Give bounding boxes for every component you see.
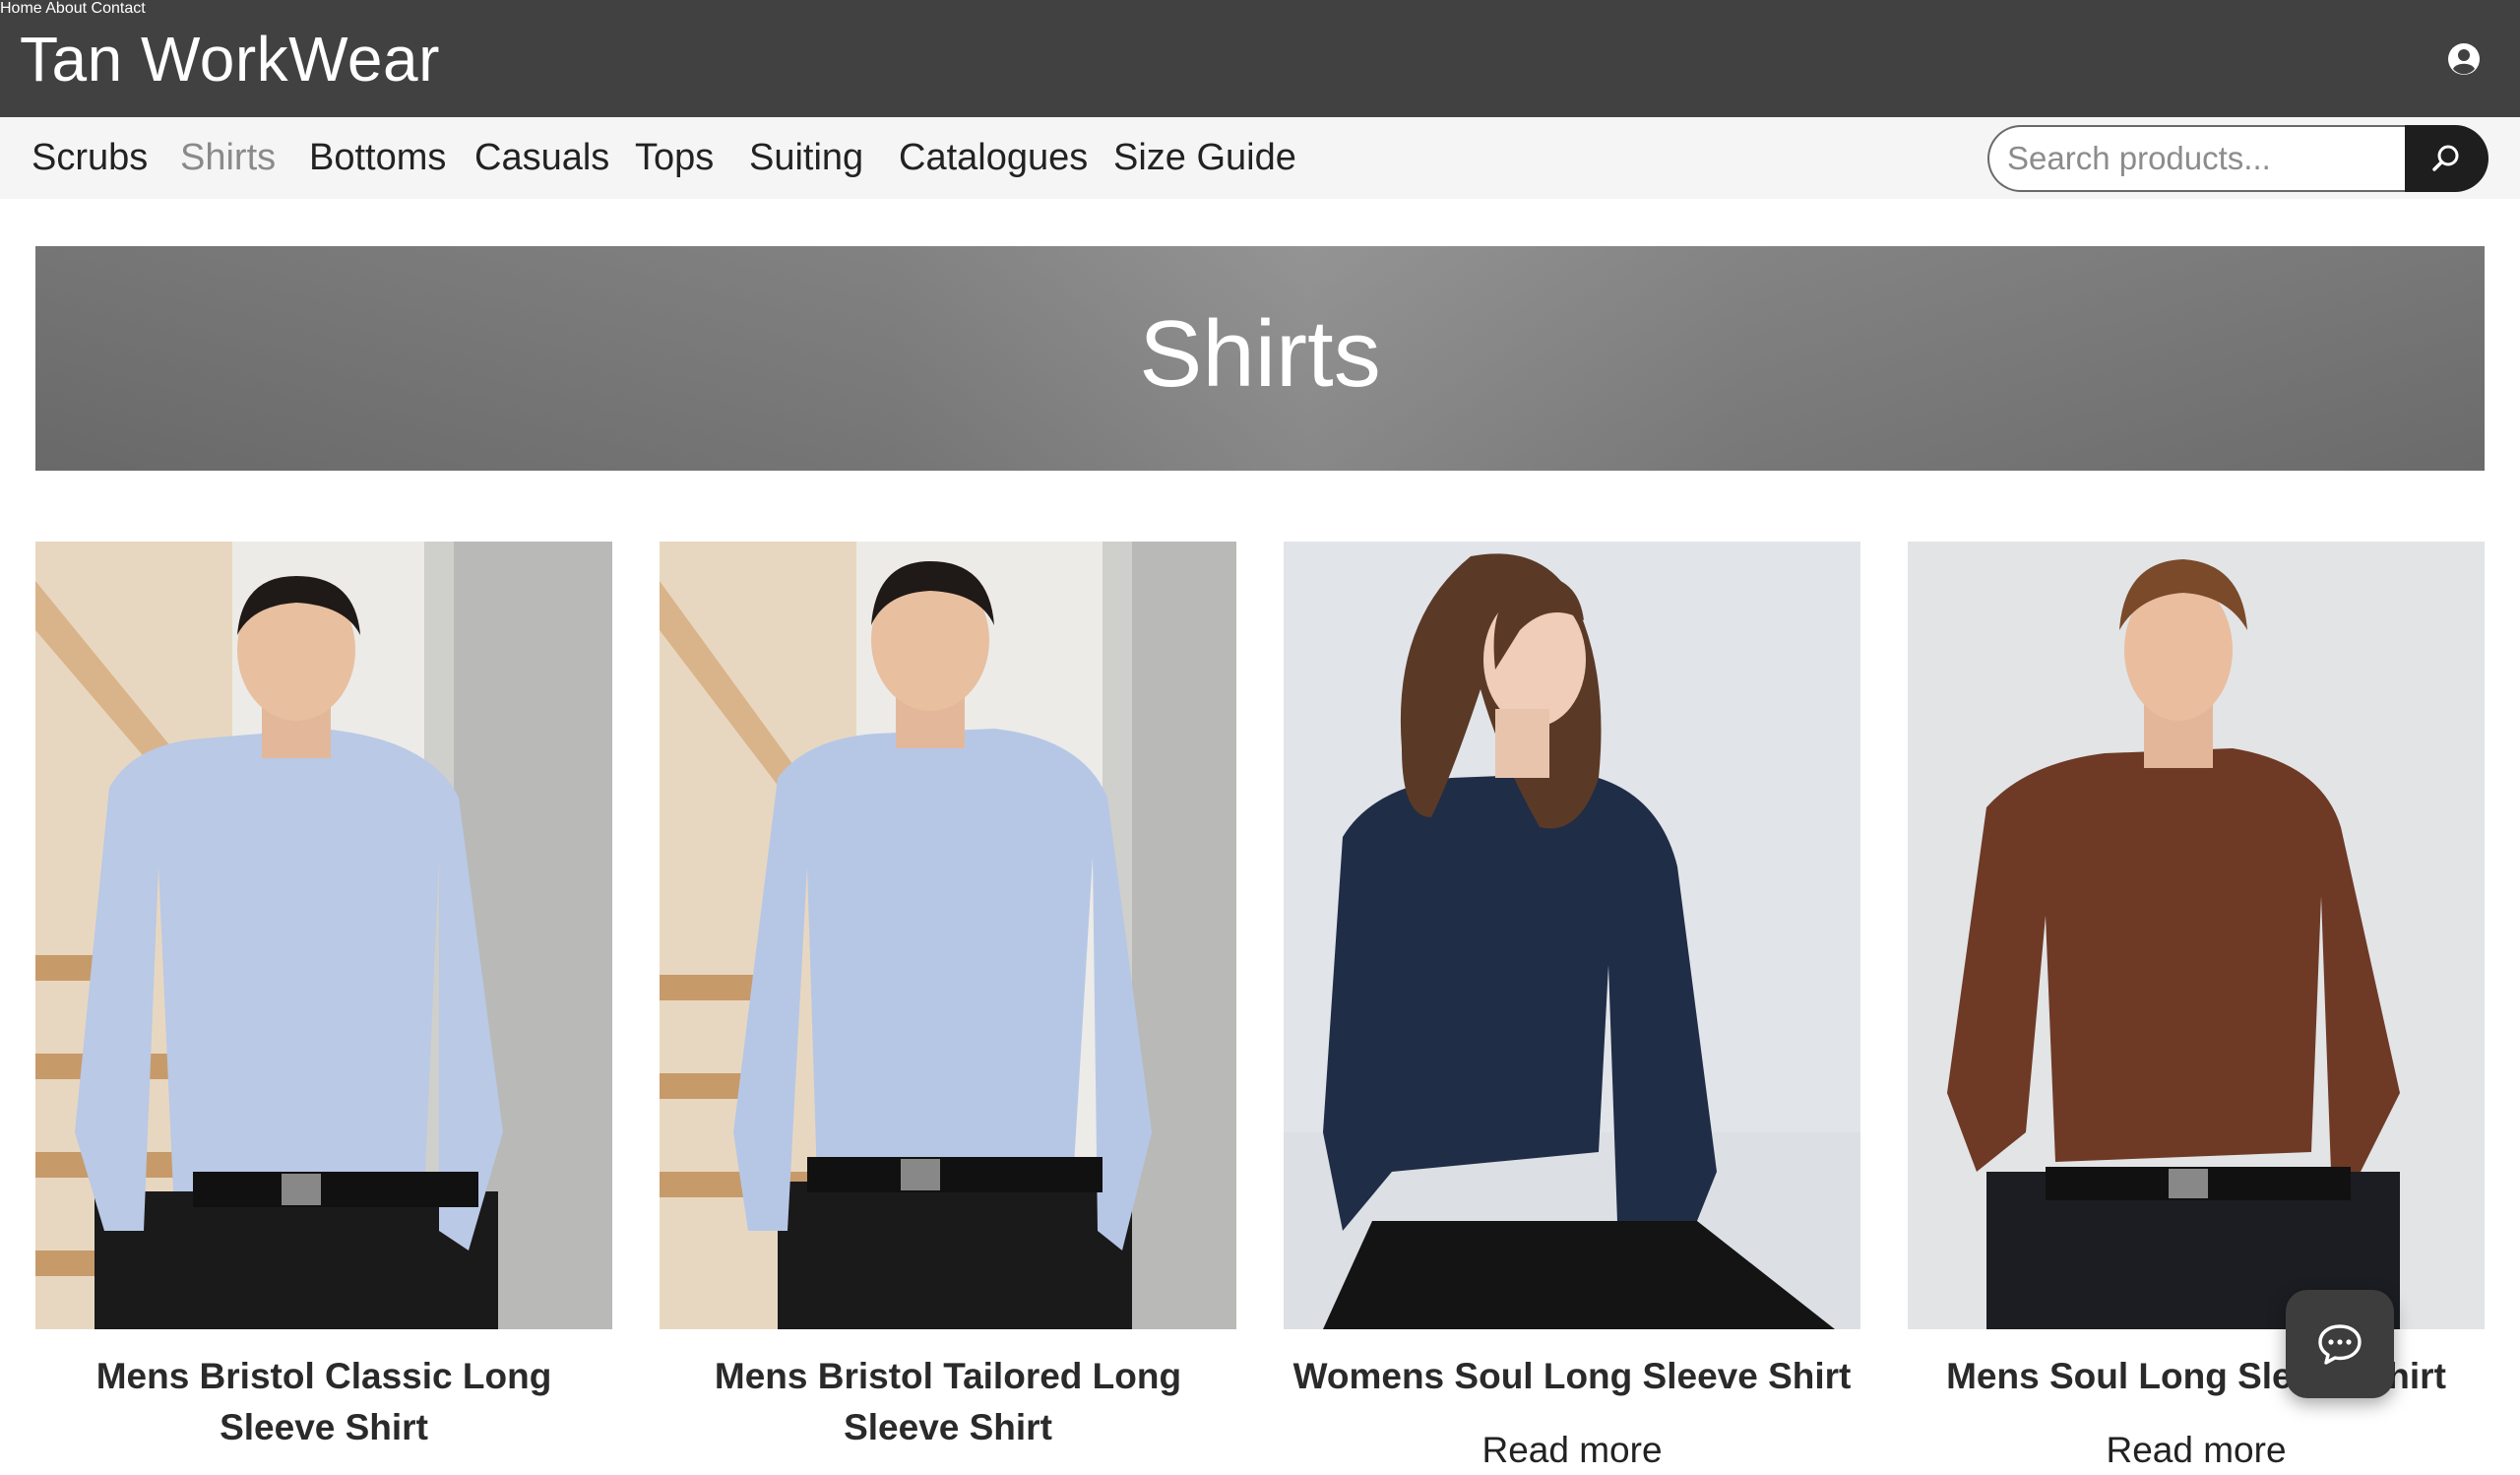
- category-suiting[interactable]: Suiting: [749, 133, 863, 182]
- product-image[interactable]: [35, 542, 612, 1329]
- product-name[interactable]: Mens Bristol Tailored Long Sleeve Shirt: [660, 1351, 1236, 1453]
- product-name[interactable]: Mens Bristol Classic Long Sleeve Shirt: [35, 1351, 612, 1453]
- read-more-link[interactable]: Read more: [1284, 1426, 1860, 1475]
- category-size-guide[interactable]: Size Guide: [1113, 133, 1296, 182]
- category-shirts[interactable]: Shirts: [180, 133, 276, 182]
- chat-bubble-icon: [2318, 1324, 2362, 1365]
- read-more-link[interactable]: Read more: [1908, 1426, 2485, 1475]
- search-form: [1987, 125, 2488, 192]
- product-image[interactable]: [1284, 542, 1860, 1329]
- product-name[interactable]: Womens Soul Long Sleeve Shirt: [1284, 1351, 1860, 1402]
- search-icon: [2432, 145, 2459, 171]
- category-tops[interactable]: Tops: [635, 133, 714, 182]
- category-catalogues[interactable]: Catalogues: [899, 133, 1088, 182]
- product-name[interactable]: Mens Soul Long Sleeve Shirt: [1908, 1351, 2485, 1402]
- product-image[interactable]: [660, 542, 1236, 1329]
- site-header: Tan WorkWear Home About Contact: [0, 0, 2520, 117]
- user-circle-icon[interactable]: [2448, 43, 2480, 75]
- nav-contact[interactable]: Contact: [92, 0, 146, 17]
- page-title: Shirts: [1139, 301, 1381, 407]
- category-casuals[interactable]: Casuals: [474, 133, 609, 182]
- search-button[interactable]: [2405, 125, 2488, 192]
- nav-about[interactable]: About: [45, 0, 87, 17]
- search-input[interactable]: [1987, 125, 2411, 192]
- category-banner: Shirts: [35, 246, 2485, 471]
- product-image[interactable]: [1908, 542, 2485, 1329]
- category-scrubs[interactable]: Scrubs: [32, 133, 148, 182]
- chat-widget-button[interactable]: [2286, 1290, 2394, 1398]
- category-bottoms[interactable]: Bottoms: [309, 133, 446, 182]
- site-logo[interactable]: Tan WorkWear: [20, 22, 440, 96]
- nav-home[interactable]: Home: [0, 0, 42, 17]
